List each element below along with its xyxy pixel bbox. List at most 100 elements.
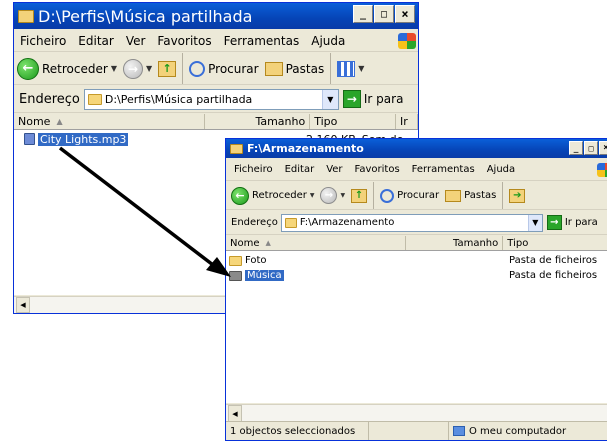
forward-button[interactable]: → ▼	[120, 58, 155, 79]
move-to-button[interactable]: ➔	[506, 188, 528, 203]
list-item-musica[interactable]: Música	[229, 269, 284, 282]
column-extra[interactable]: Ir	[396, 114, 418, 129]
list-header: Nome ▲ Tamanho Tipo	[226, 236, 607, 251]
folder-icon	[229, 255, 242, 266]
address-value: D:\Perfis\Música partilhada	[104, 92, 253, 106]
folders-button[interactable]: Pastas	[442, 189, 499, 202]
menu-ajuda[interactable]: Ajuda	[481, 164, 521, 175]
forward-arrow-icon: →	[320, 187, 338, 204]
file-name: City Lights.mp3	[38, 132, 129, 146]
column-nome[interactable]: Nome ▲	[226, 236, 406, 250]
address-bar: Endereço F:\Armazenamento ▼ → Ir para	[226, 211, 607, 235]
address-input[interactable]: D:\Perfis\Música partilhada ▼	[83, 88, 339, 110]
chevron-down-icon: ▼	[145, 64, 153, 73]
toolbar: ← Retroceder ▼ → ▼ ↑ Procurar Pastas ➔	[226, 182, 607, 210]
search-button[interactable]: Procurar	[186, 60, 261, 77]
search-label: Procurar	[208, 61, 259, 76]
folders-icon	[264, 61, 283, 76]
column-label: Nome	[18, 115, 51, 128]
column-label: Tipo	[314, 115, 338, 128]
toolbar: ← Retroceder ▼ → ▼ ↑ Procurar Pastas ▼	[14, 53, 418, 85]
go-button[interactable]: → Ir para	[546, 215, 598, 230]
horizontal-scrollbar[interactable]: ◀	[226, 404, 607, 422]
back-button[interactable]: ← Retroceder ▼	[14, 57, 120, 80]
folders-button[interactable]: Pastas	[262, 61, 328, 76]
forward-button[interactable]: → ▼	[317, 187, 348, 204]
window-title: D:\Perfis\Música partilhada	[38, 6, 253, 26]
file-list: Foto Pasta de ficheiros Música Pasta de …	[226, 251, 607, 403]
go-arrow-icon: →	[342, 90, 361, 108]
folder-icon	[230, 143, 243, 154]
folder-icon	[229, 270, 242, 281]
list-item-foto-type: Pasta de ficheiros	[509, 254, 597, 267]
go-arrow-icon: →	[546, 215, 562, 230]
address-label: Endereço	[231, 217, 278, 228]
folder-icon	[18, 9, 34, 23]
status-selection: 1 objectos seleccionados	[226, 422, 369, 440]
views-button[interactable]: ▼	[334, 60, 367, 77]
status-empty	[369, 422, 449, 440]
back-arrow-icon: ←	[17, 57, 39, 80]
list-header: Nome ▲ Tamanho Tipo Ir	[14, 114, 418, 130]
folders-icon	[445, 189, 462, 202]
up-folder-button[interactable]: ↑	[155, 60, 179, 77]
windows-logo-icon	[398, 32, 416, 49]
address-input[interactable]: F:\Armazenamento ▼	[280, 213, 543, 232]
list-item[interactable]: City Lights.mp3	[24, 132, 129, 146]
maximize-button[interactable]: □	[584, 141, 598, 155]
list-item-foto[interactable]: Foto	[229, 254, 267, 267]
search-button[interactable]: Procurar	[377, 188, 442, 203]
back-button[interactable]: ← Retroceder ▼	[226, 186, 317, 205]
toolbar-separator	[182, 53, 184, 84]
column-nome[interactable]: Nome ▲	[14, 114, 205, 129]
file-name: Foto	[245, 255, 267, 266]
menu-ver[interactable]: Ver	[120, 34, 152, 48]
column-tipo[interactable]: Tipo	[310, 114, 397, 129]
go-button[interactable]: → Ir para	[342, 90, 404, 108]
close-button[interactable]: ×	[599, 141, 607, 155]
menu-ficheiro[interactable]: Ficheiro	[226, 164, 279, 175]
file-type: Pasta de ficheiros	[509, 255, 598, 266]
up-folder-button[interactable]: ↑	[348, 188, 370, 203]
menu-editar[interactable]: Editar	[72, 34, 120, 48]
file-name: Música	[245, 270, 284, 281]
scroll-left-button[interactable]: ◀	[228, 405, 242, 422]
back-label: Retroceder	[252, 190, 307, 201]
scroll-left-button[interactable]: ◀	[16, 297, 30, 313]
menu-ficheiro[interactable]: Ficheiro	[14, 34, 72, 48]
menu-ajuda[interactable]: Ajuda	[305, 34, 351, 48]
search-icon	[189, 60, 206, 77]
views-icon	[337, 60, 356, 77]
title-bar[interactable]: D:\Perfis\Música partilhada _ □ ×	[14, 3, 418, 29]
go-label: Ir para	[564, 217, 598, 228]
list-item-musica-type: Pasta de ficheiros	[509, 269, 597, 282]
menu-ver[interactable]: Ver	[320, 164, 348, 175]
go-label: Ir para	[363, 92, 404, 106]
audio-file-icon	[24, 133, 35, 145]
column-label: Tamanho	[453, 237, 499, 249]
folder-icon	[87, 93, 102, 105]
menu-ferramentas[interactable]: Ferramentas	[218, 34, 306, 48]
close-button[interactable]: ×	[395, 5, 415, 23]
computer-icon	[453, 426, 465, 436]
address-value: F:\Armazenamento	[299, 217, 395, 228]
chevron-down-icon[interactable]: ▼	[527, 214, 542, 231]
menu-favoritos[interactable]: Favoritos	[349, 164, 406, 175]
move-to-folder-icon: ➔	[509, 188, 526, 203]
column-tamanho[interactable]: Tamanho	[205, 114, 311, 129]
minimize-button[interactable]: _	[569, 141, 583, 155]
title-bar[interactable]: F:\Armazenamento _ □ ×	[226, 139, 607, 158]
chevron-down-icon: ▼	[340, 192, 346, 199]
address-label: Endereço	[19, 91, 80, 107]
folders-label: Pastas	[464, 190, 497, 201]
menu-editar[interactable]: Editar	[279, 164, 321, 175]
chevron-down-icon[interactable]: ▼	[321, 89, 338, 109]
toolbar-separator	[502, 182, 504, 209]
menu-ferramentas[interactable]: Ferramentas	[406, 164, 481, 175]
menu-favoritos[interactable]: Favoritos	[151, 34, 217, 48]
minimize-button[interactable]: _	[353, 5, 373, 23]
column-tamanho[interactable]: Tamanho	[406, 236, 504, 250]
forward-arrow-icon: →	[122, 58, 143, 79]
maximize-button[interactable]: □	[374, 5, 394, 23]
column-tipo[interactable]: Tipo	[503, 236, 607, 250]
